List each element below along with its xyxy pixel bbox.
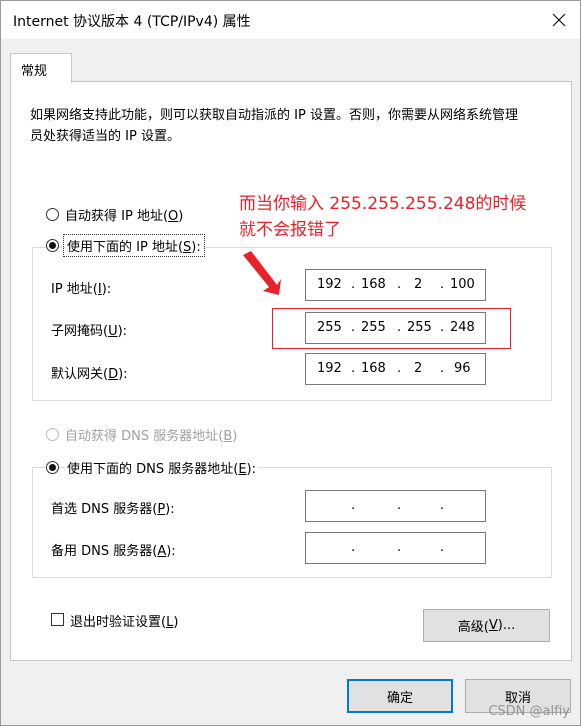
ip-address-label: IP 地址(I): [51,282,112,297]
tab-general-label: 常规 [21,64,48,79]
radio-manual-dns[interactable] [46,461,59,474]
radio-auto-ip-label[interactable]: 自动获得 IP 地址(O) [65,205,183,224]
alternate-dns-input[interactable]: . . . [305,532,486,564]
watermark-text: CSDN @alfiy [488,704,570,719]
tab-general[interactable]: 常规 [10,53,72,83]
validate-checkbox[interactable] [51,613,64,626]
title-bar[interactable]: Internet 协议版本 4 (TCP/IPv4) 属性 [1,1,580,39]
gw-octet-4: 96 [454,361,471,376]
validate-checkbox-label[interactable]: 退出时验证设置(L) [70,611,178,630]
ip-octet-1: 192 [317,277,342,292]
annotation-arrow-icon [243,251,281,295]
gw-octet-3: 2 [414,361,423,376]
close-icon [552,13,566,27]
radio-auto-dns-label[interactable]: 自动获得 DNS 服务器地址(B) [65,425,237,444]
window-title: Internet 协议版本 4 (TCP/IPv4) 属性 [13,14,251,30]
ip-octet-4: 100 [450,277,475,292]
radio-manual-dns-label[interactable]: 使用下面的 DNS 服务器地址(E): [65,458,258,477]
annotation-line-1: 而当你输入 255.255.255.248的时候 [239,194,527,214]
gw-octet-1: 192 [317,361,342,376]
annotation-line-2: 就不会报错了 [239,220,341,240]
ip-octet-2: 168 [361,277,386,292]
dialog-window: Internet 协议版本 4 (TCP/IPv4) 属性 常规 如果网络支持此… [0,0,581,726]
alternate-dns-label: 备用 DNS 服务器(A): [51,544,176,559]
radio-manual-ip[interactable] [46,239,59,252]
radio-auto-ip[interactable] [46,208,59,221]
radio-manual-ip-label[interactable]: 使用下面的 IP 地址(S): [63,234,205,257]
preferred-dns-label: 首选 DNS 服务器(P): [51,502,175,517]
preferred-dns-input[interactable]: . . . [305,490,486,522]
radio-auto-dns[interactable] [46,428,59,441]
description-text: 如果网络支持此功能，则可以获取自动指派的 IP 设置。否则，你需要从网络系统管理… [30,108,518,144]
ok-button[interactable]: 确定 [347,679,453,713]
annotation-highlight-box [272,308,511,349]
gw-octet-2: 168 [361,361,386,376]
advanced-button[interactable]: 高级(V)... [423,609,550,642]
gateway-input[interactable]: 192 . 168 . 2 . 96 [305,353,486,385]
subnet-mask-label: 子网掩码(U): [51,324,128,339]
close-button[interactable] [544,5,574,35]
gateway-label: 默认网关(D): [51,367,128,382]
ip-octet-3: 2 [414,277,423,292]
ip-address-input[interactable]: 192 . 168 . 2 . 100 [305,269,486,301]
